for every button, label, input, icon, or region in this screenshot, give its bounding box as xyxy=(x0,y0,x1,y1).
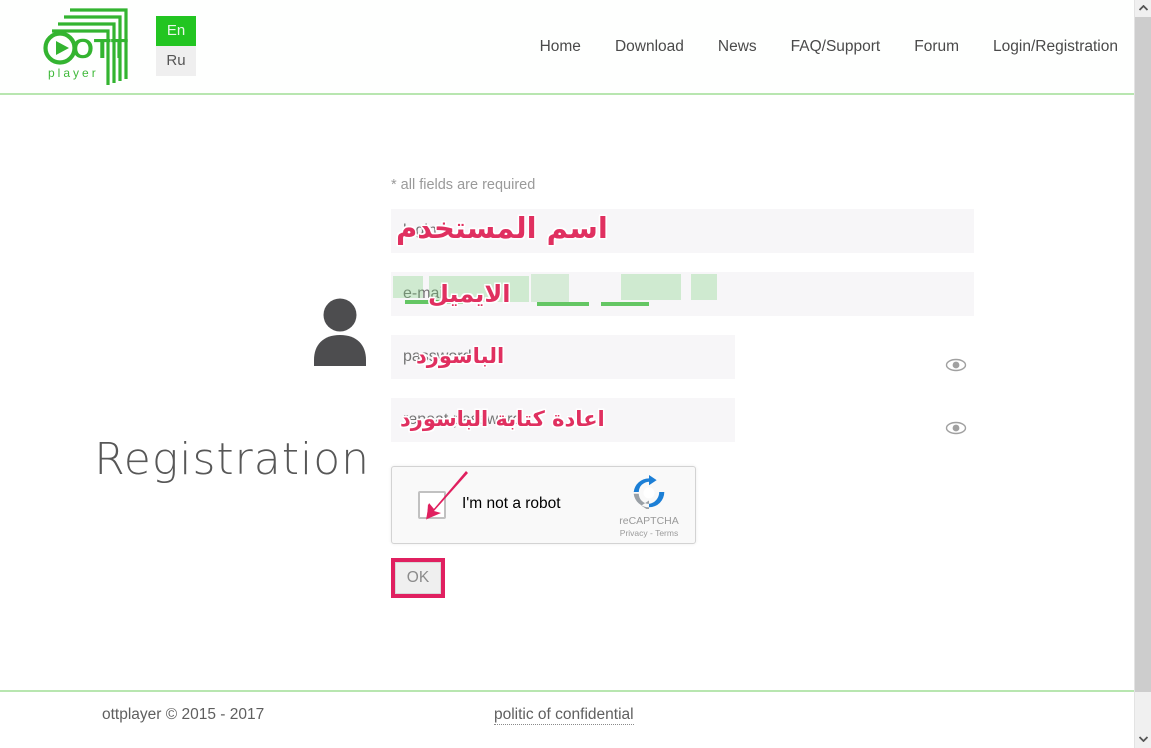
registration-main: Registration * all fields are required l… xyxy=(0,95,1134,690)
ok-button-highlight: OK xyxy=(391,558,445,598)
lang-option-en[interactable]: En xyxy=(156,16,196,46)
recaptcha-brand: reCAPTCHA Privacy - Terms xyxy=(613,475,685,538)
logo-letters: OTT xyxy=(72,33,128,64)
logo-wordmark: player xyxy=(48,66,99,80)
password-input[interactable] xyxy=(391,335,735,379)
repeat-password-input[interactable] xyxy=(391,398,735,442)
chevron-up-icon[interactable] xyxy=(1135,0,1151,17)
recaptcha-brand-name: reCAPTCHA xyxy=(619,515,679,527)
eye-icon[interactable] xyxy=(945,417,967,439)
recaptcha-checkbox[interactable] xyxy=(418,491,446,519)
language-switcher[interactable]: En Ru xyxy=(156,16,196,76)
browser-page: OTT player En Ru Home Download News FAQ/… xyxy=(0,0,1151,748)
chevron-down-icon[interactable] xyxy=(1135,731,1151,748)
scrollbar-thumb[interactable] xyxy=(1135,17,1151,692)
privacy-policy-link[interactable]: politic of confidential xyxy=(494,706,634,725)
nav-faq-support[interactable]: FAQ/Support xyxy=(791,38,881,56)
required-fields-note: * all fields are required xyxy=(391,177,536,193)
recaptcha-widget[interactable]: I'm not a robot reCAPTCHA Privacy - Term… xyxy=(391,466,696,544)
email-input[interactable] xyxy=(391,272,974,316)
page-viewport: OTT player En Ru Home Download News FAQ/… xyxy=(0,0,1134,748)
nav-download[interactable]: Download xyxy=(615,38,684,56)
main-navigation: Home Download News FAQ/Support Forum Log… xyxy=(540,38,1118,56)
user-avatar-icon xyxy=(310,298,370,366)
ok-button[interactable]: OK xyxy=(395,562,441,594)
recaptcha-logo-icon xyxy=(633,475,665,511)
recaptcha-label: I'm not a robot xyxy=(462,495,561,512)
nav-home[interactable]: Home xyxy=(540,38,581,56)
eye-icon[interactable] xyxy=(945,354,967,376)
ottplayer-logo[interactable]: OTT player xyxy=(36,5,134,90)
recaptcha-terms: Privacy - Terms xyxy=(619,528,679,538)
play-triangle-icon xyxy=(56,41,69,55)
username-input[interactable] xyxy=(391,209,974,253)
lang-option-ru[interactable]: Ru xyxy=(156,46,196,76)
nav-forum[interactable]: Forum xyxy=(914,38,959,56)
copyright-text: ottplayer © 2015 - 2017 xyxy=(102,706,265,723)
vertical-scrollbar[interactable] xyxy=(1134,0,1151,748)
nav-news[interactable]: News xyxy=(718,38,757,56)
page-title: Registration xyxy=(94,434,370,486)
site-header: OTT player En Ru Home Download News FAQ/… xyxy=(0,0,1134,95)
nav-login-registration[interactable]: Login/Registration xyxy=(993,38,1118,56)
site-footer: ottplayer © 2015 - 2017 politic of confi… xyxy=(0,690,1134,748)
